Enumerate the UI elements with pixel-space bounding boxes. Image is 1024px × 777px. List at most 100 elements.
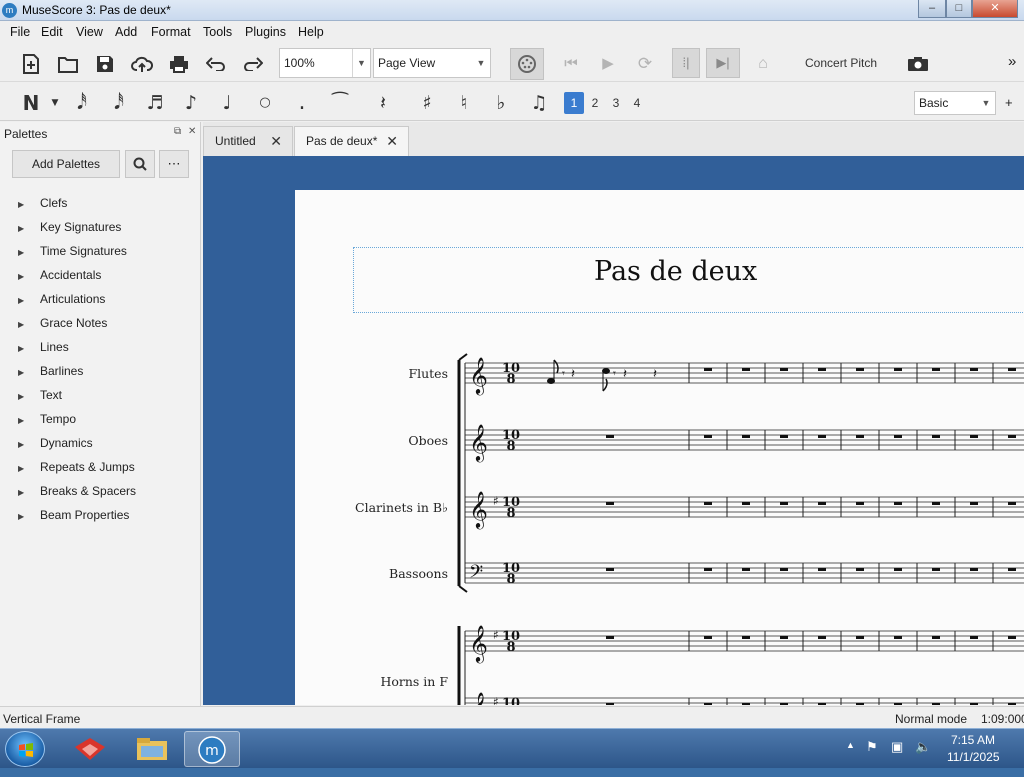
save-icon[interactable] (92, 51, 118, 77)
palette-text[interactable]: ▶ Text (18, 388, 62, 408)
action-center-icon[interactable]: ⚑ (866, 739, 878, 755)
palette-key-signatures[interactable]: ▶ Key Signatures (18, 220, 121, 240)
minimize-button[interactable]: – (918, 0, 946, 18)
palette-lines[interactable]: ▶ Lines (18, 340, 69, 360)
sharp-icon[interactable]: ♯ (415, 91, 439, 115)
close-icon[interactable]: ✕ (270, 127, 282, 155)
workspace-combo[interactable]: Basic ▼ (914, 91, 996, 115)
expand-arrow-icon[interactable]: ▶ (18, 512, 40, 521)
close-icon[interactable]: ✕ (188, 126, 196, 137)
expand-arrow-icon[interactable]: ▶ (18, 392, 40, 401)
voice-4-button[interactable]: 4 (627, 92, 647, 114)
show-hidden-icons-icon[interactable]: ▲ (846, 740, 855, 750)
close-icon[interactable]: ✕ (386, 127, 398, 155)
chevron-down-icon[interactable]: ▼ (43, 91, 67, 115)
menu-add[interactable]: Add (115, 25, 137, 39)
play-icon[interactable]: ▶ (595, 51, 621, 77)
thirty-second-note-icon[interactable]: 𝅘𝅥𝅰 (107, 91, 131, 115)
view-mode-combo[interactable]: Page View ▼ (373, 48, 491, 78)
eighth-note-icon[interactable]: ♪ (179, 91, 203, 115)
toolbar-overflow-icon[interactable]: » (1008, 53, 1016, 70)
more-options-icon[interactable]: ⋯ (159, 150, 189, 178)
search-icon[interactable] (125, 150, 155, 178)
expand-arrow-icon[interactable]: ▶ (18, 344, 40, 353)
rest-icon[interactable]: 𝄽 (371, 91, 395, 115)
score-systems[interactable]: Flutes Oboes Clarinets in B♭ Bassoons Horns … (295, 190, 1024, 705)
expand-arrow-icon[interactable]: ▶ (18, 488, 40, 497)
palette-clefs[interactable]: ▶ Clefs (18, 196, 67, 216)
expand-arrow-icon[interactable]: ▶ (18, 272, 40, 281)
sixteenth-note-icon[interactable]: ♬ (143, 91, 167, 115)
palette-time-signatures[interactable]: ▶ Time Signatures (18, 244, 127, 264)
flat-icon[interactable]: ♭ (489, 91, 513, 115)
quarter-note-icon[interactable]: ♩ (215, 91, 239, 115)
chevron-down-icon[interactable]: ▼ (977, 92, 995, 114)
voice-2-button[interactable]: 2 (585, 92, 605, 114)
menu-file[interactable]: File (10, 25, 30, 39)
close-button[interactable]: ✕ (972, 0, 1018, 18)
palette-grace-notes[interactable]: ▶ Grace Notes (18, 316, 107, 336)
clock-date[interactable]: 11/1/2025 (947, 750, 1000, 764)
palette-accidentals[interactable]: ▶ Accidentals (18, 268, 101, 288)
palette-barlines[interactable]: ▶ Barlines (18, 364, 83, 384)
add-palettes-button[interactable]: Add Palettes (12, 150, 120, 178)
score-page[interactable]: Pas de deux Flutes Oboes Clarinets in B♭ Ba… (295, 190, 1024, 705)
expand-arrow-icon[interactable]: ▶ (18, 224, 40, 233)
voice-3-button[interactable]: 3 (606, 92, 626, 114)
clock-time[interactable]: 7:15 AM (951, 733, 995, 747)
chevron-down-icon[interactable]: ▼ (472, 49, 490, 77)
expand-arrow-icon[interactable]: ▶ (18, 464, 40, 473)
expand-arrow-icon[interactable]: ▶ (18, 440, 40, 449)
expand-arrow-icon[interactable]: ▶ (18, 320, 40, 329)
tab-pas-de-deux[interactable]: Pas de deux* ✕ (294, 126, 409, 156)
menu-tools[interactable]: Tools (203, 25, 232, 39)
expand-arrow-icon[interactable]: ▶ (18, 200, 40, 209)
palette-beam-properties[interactable]: ▶ Beam Properties (18, 508, 129, 528)
network-icon[interactable]: ▣ (891, 739, 903, 755)
natural-icon[interactable]: ♮ (452, 91, 476, 115)
menu-view[interactable]: View (76, 25, 103, 39)
tie-icon[interactable]: ⁀ (328, 91, 352, 115)
start-button[interactable] (5, 731, 45, 767)
palette-tempo[interactable]: ▶ Tempo (18, 412, 76, 432)
flip-direction-icon[interactable]: ♫ (527, 91, 551, 115)
zoom-combo[interactable]: 100% ▼ (279, 48, 371, 78)
concert-pitch-toggle[interactable]: Concert Pitch (805, 56, 877, 70)
new-file-icon[interactable] (18, 51, 44, 77)
undock-icon[interactable]: ⧉ (174, 126, 181, 137)
whole-note-icon[interactable]: ○ (253, 91, 277, 115)
palette-breaks-spacers[interactable]: ▶ Breaks & Spacers (18, 484, 136, 504)
maximize-button[interactable]: □ (946, 0, 972, 18)
camera-icon[interactable] (905, 51, 931, 77)
expand-arrow-icon[interactable]: ▶ (18, 296, 40, 305)
menu-edit[interactable]: Edit (41, 25, 63, 39)
open-folder-icon[interactable] (55, 51, 81, 77)
taskbar-app-red-icon[interactable] (62, 731, 118, 767)
expand-arrow-icon[interactable]: ▶ (18, 368, 40, 377)
score-canvas[interactable]: Pas de deux Flutes Oboes Clarinets in B♭ Ba… (203, 156, 1024, 705)
tab-untitled[interactable]: Untitled ✕ (203, 126, 293, 156)
menu-format[interactable]: Format (151, 25, 191, 39)
voice-1-button[interactable]: 1 (564, 92, 584, 114)
loop-icon[interactable]: ⟳ (632, 51, 658, 77)
add-workspace-button[interactable]: + (1005, 95, 1013, 110)
expand-arrow-icon[interactable]: ▶ (18, 416, 40, 425)
volume-icon[interactable]: 🔈 (915, 739, 931, 755)
rewind-icon[interactable]: ⏮ (558, 51, 584, 77)
taskbar-musescore-icon[interactable]: m (184, 731, 240, 767)
cloud-upload-icon[interactable] (129, 51, 155, 77)
sixty-fourth-note-icon[interactable]: 𝅘𝅥𝅰 (70, 91, 94, 115)
redo-icon[interactable] (240, 51, 266, 77)
midi-input-icon[interactable] (510, 48, 544, 80)
file-explorer-icon[interactable] (124, 731, 180, 767)
expand-arrow-icon[interactable]: ▶ (18, 248, 40, 257)
print-icon[interactable] (166, 51, 192, 77)
palette-articulations[interactable]: ▶ Articulations (18, 292, 105, 312)
metronome-icon[interactable]: ⌂ (750, 51, 776, 77)
note-input-mode-icon[interactable]: N (19, 91, 43, 115)
undo-icon[interactable] (203, 51, 229, 77)
play-repeats-icon[interactable]: ⁞| (672, 48, 700, 78)
augmentation-dot-icon[interactable]: . (290, 91, 314, 115)
menu-help[interactable]: Help (298, 25, 324, 39)
menu-plugins[interactable]: Plugins (245, 25, 286, 39)
